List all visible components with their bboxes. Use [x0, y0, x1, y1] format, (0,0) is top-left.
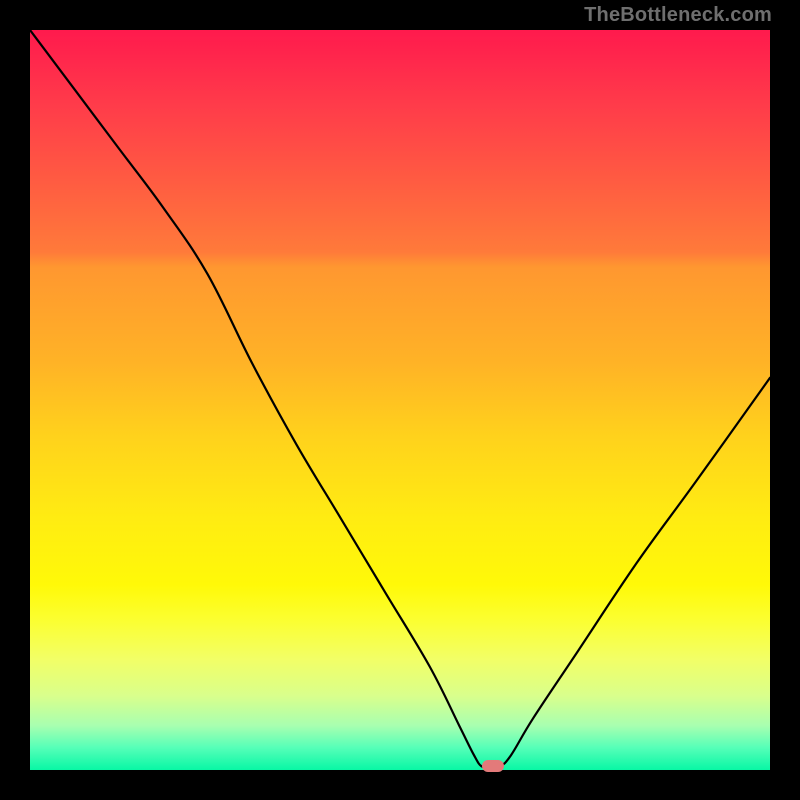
min-marker: [482, 760, 504, 772]
watermark-text: TheBottleneck.com: [584, 4, 772, 27]
bottleneck-curve: [30, 30, 770, 770]
plot-area: [30, 30, 770, 770]
chart-frame: TheBottleneck.com: [0, 0, 800, 800]
